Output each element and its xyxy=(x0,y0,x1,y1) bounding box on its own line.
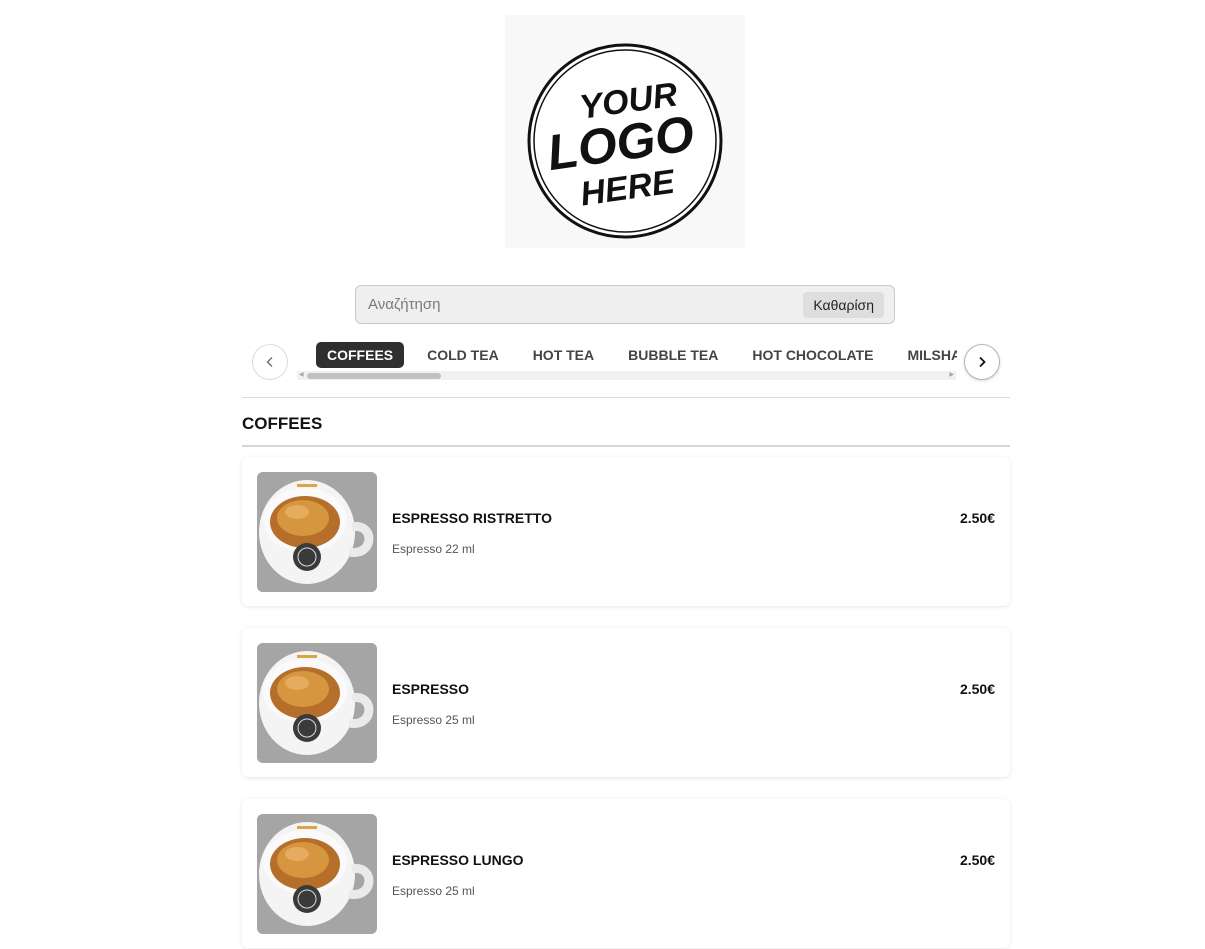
search-bar: Καθαρίση xyxy=(355,285,895,324)
product-card[interactable]: ESPRESSO LUNGO Espresso 25 ml 2.50€ xyxy=(242,799,1010,948)
product-card[interactable]: ESPRESSO Espresso 25 ml 2.50€ xyxy=(242,628,1010,777)
logo: YOUR LOGO HERE xyxy=(505,15,745,248)
search-input[interactable] xyxy=(356,286,796,323)
espresso-cup-photo xyxy=(257,472,377,592)
logo-image: YOUR LOGO HERE xyxy=(527,43,723,239)
tab-milshake[interactable]: MILSHAKE xyxy=(890,342,957,368)
divider xyxy=(242,397,1010,398)
espresso-cup-photo xyxy=(257,643,377,763)
espresso-cup-photo xyxy=(257,814,377,934)
product-description: Espresso 25 ml xyxy=(392,884,475,898)
category-scrollbar-thumb[interactable] xyxy=(307,373,441,379)
product-card[interactable]: ESPRESSO RISTRETTO Espresso 22 ml 2.50€ xyxy=(242,457,1010,606)
section-underline xyxy=(242,445,1010,447)
category-next-button[interactable] xyxy=(964,344,1000,380)
product-name: ESPRESSO RISTRETTO xyxy=(392,510,552,526)
product-description: Espresso 22 ml xyxy=(392,542,475,556)
product-name: ESPRESSO xyxy=(392,681,470,697)
product-name: ESPRESSO LUNGO xyxy=(392,852,524,868)
tab-hot-chocolate[interactable]: HOT CHOCOLATE xyxy=(735,342,890,368)
scroll-right-arrow-icon[interactable]: ▶ xyxy=(949,371,954,380)
product-price: 2.50€ xyxy=(959,852,995,868)
scroll-left-arrow-icon[interactable]: ◀ xyxy=(299,371,304,380)
tab-hot-tea[interactable]: HOT TEA xyxy=(516,342,611,368)
chevron-right-icon xyxy=(979,356,986,368)
category-scrollbar[interactable]: ◀ ▶ xyxy=(297,371,956,380)
category-prev-button[interactable] xyxy=(252,344,288,380)
product-price: 2.50€ xyxy=(959,681,995,697)
clear-search-button[interactable]: Καθαρίση xyxy=(803,292,884,318)
tab-coffees[interactable]: COFFEES xyxy=(316,342,405,368)
section-title: COFFEES xyxy=(242,414,323,433)
category-tabs: COFFEES COLD TEA HOT TEA BUBBLE TEA HOT … xyxy=(297,340,957,370)
chevron-left-icon xyxy=(266,356,273,368)
product-description: Espresso 25 ml xyxy=(392,713,475,727)
tab-bubble-tea[interactable]: BUBBLE TEA xyxy=(611,342,735,368)
tab-cold-tea[interactable]: COLD TEA xyxy=(410,342,516,368)
product-price: 2.50€ xyxy=(959,510,995,526)
